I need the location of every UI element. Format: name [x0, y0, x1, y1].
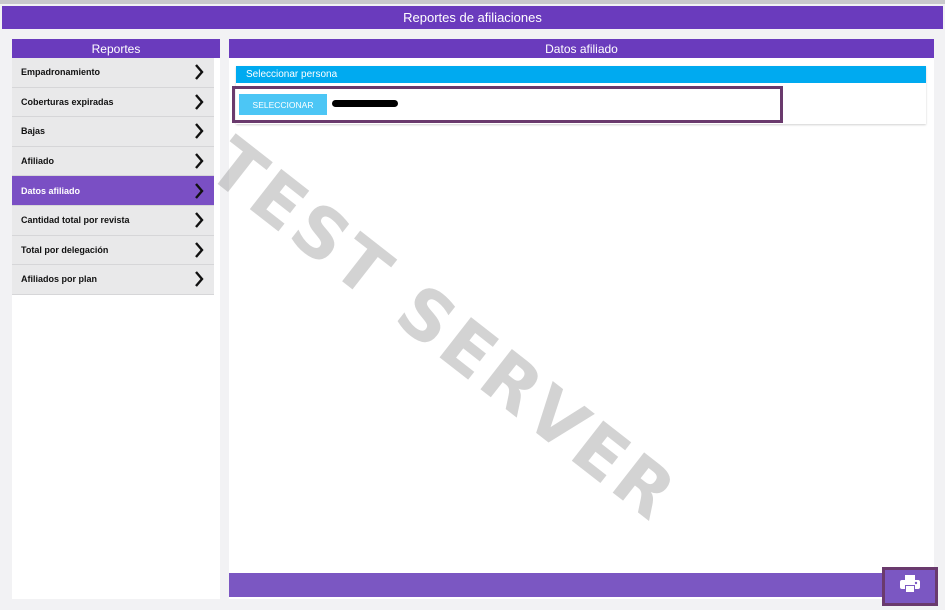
- sidebar: Reportes Empadronamiento Coberturas expi…: [12, 39, 220, 599]
- sidebar-item-bajas[interactable]: Bajas: [12, 117, 214, 147]
- sidebar-item-label: Afiliados por plan: [21, 274, 98, 285]
- footer-bar: [229, 573, 934, 597]
- chevron-right-icon: [192, 270, 206, 288]
- printer-icon: [900, 575, 920, 598]
- chevron-right-icon: [192, 211, 206, 229]
- sidebar-item-label: Coberturas expiradas: [21, 96, 114, 107]
- sidebar-item-cantidad-total-por-revista[interactable]: Cantidad total por revista: [12, 205, 214, 236]
- chevron-right-icon: [192, 63, 206, 81]
- sidebar-header: Reportes: [12, 39, 220, 58]
- app-title: Reportes de afiliaciones: [403, 10, 542, 25]
- sidebar-title: Reportes: [91, 41, 141, 56]
- sidebar-item-label: Total por delegación: [21, 244, 109, 255]
- sidebar-item-total-por-delegacion[interactable]: Total por delegación: [12, 235, 214, 266]
- chevron-right-icon: [192, 241, 206, 259]
- sidebar-item-label: Bajas: [21, 126, 46, 137]
- top-border: [0, 0, 945, 4]
- sidebar-item-label: Afiliado: [21, 156, 54, 167]
- sidebar-item-label: Cantidad total por revista: [21, 215, 130, 226]
- chevron-right-icon: [192, 182, 206, 200]
- panel-title: Seleccionar persona: [246, 69, 338, 80]
- highlight-annotation-select: [232, 86, 783, 123]
- main-panel: Datos afiliado Seleccionar persona SELEC…: [229, 39, 934, 599]
- sidebar-item-datos-afiliado[interactable]: Datos afiliado: [12, 176, 214, 206]
- main-title: Datos afiliado: [545, 41, 618, 56]
- sidebar-item-label: Empadronamiento: [21, 67, 101, 78]
- chevron-right-icon: [192, 152, 206, 170]
- sidebar-item-empadronamiento[interactable]: Empadronamiento: [12, 58, 214, 88]
- panel-header: Seleccionar persona: [236, 66, 926, 83]
- print-button[interactable]: [882, 567, 938, 606]
- app-title-bar: Reportes de afiliaciones: [2, 6, 943, 29]
- sidebar-item-afiliados-por-plan[interactable]: Afiliados por plan: [12, 265, 214, 295]
- sidebar-item-coberturas-expiradas[interactable]: Coberturas expiradas: [12, 87, 214, 118]
- chevron-right-icon: [192, 122, 206, 140]
- sidebar-item-afiliado[interactable]: Afiliado: [12, 146, 214, 177]
- main-header: Datos afiliado: [229, 39, 934, 58]
- sidebar-list: Empadronamiento Coberturas expiradas Baj…: [12, 58, 214, 295]
- chevron-right-icon: [192, 93, 206, 111]
- sidebar-item-label: Datos afiliado: [21, 185, 81, 196]
